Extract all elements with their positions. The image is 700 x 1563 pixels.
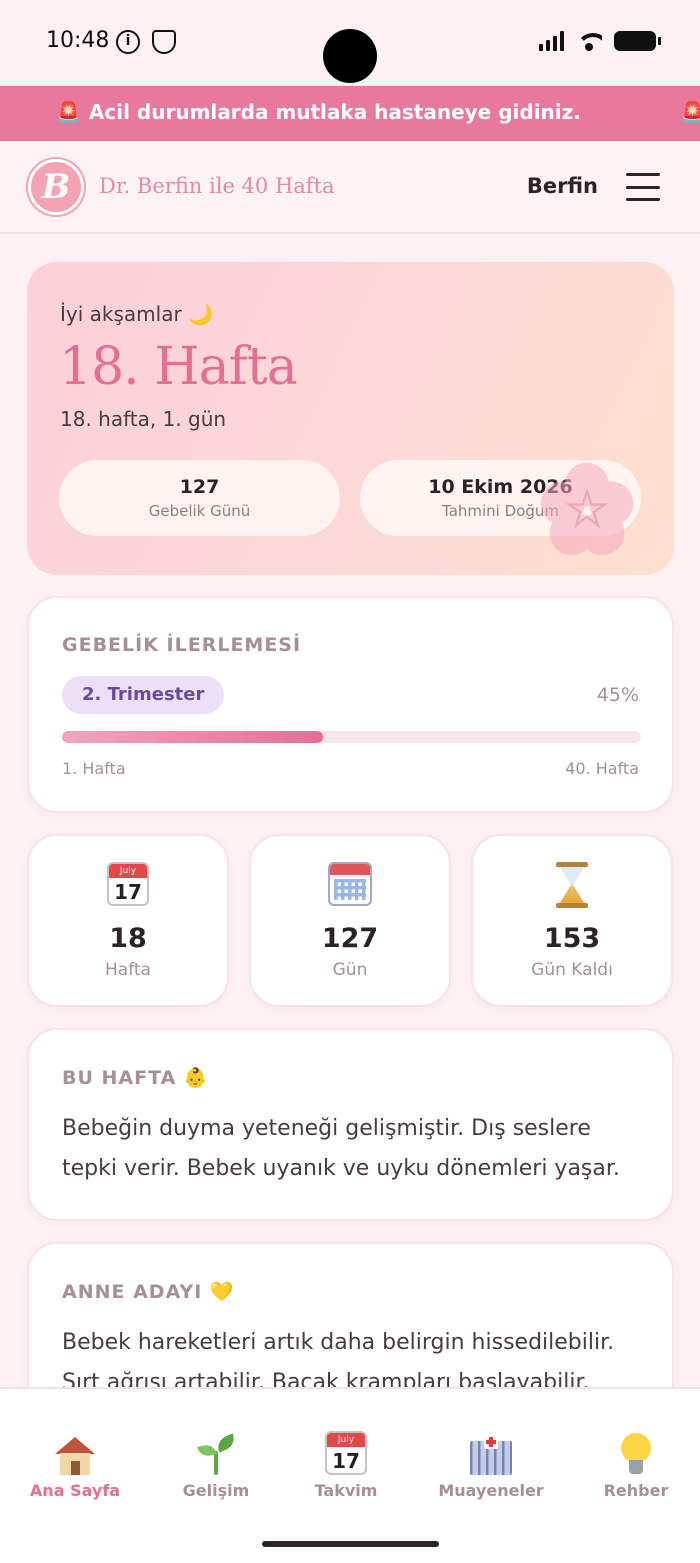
calendar-icon: July 17 xyxy=(29,862,227,910)
this-week-card[interactable]: BU HAFTA 👶 Bebeğin duyma yeteneği gelişm… xyxy=(27,1028,674,1221)
stat-value: 18 xyxy=(109,923,147,954)
progress-percent: 45% xyxy=(596,684,639,706)
nav-label: Rehber xyxy=(603,1481,669,1500)
week-day-subtitle: 18. hafta, 1. gün xyxy=(60,407,227,431)
emergency-alert-banner: 🚨 Acil durumlarda mutlaka hastaneye gidin… xyxy=(0,86,700,141)
hospital-icon xyxy=(421,1429,561,1475)
current-week-title: 18. Hafta xyxy=(59,337,298,397)
status-bar: 10:48 i xyxy=(0,0,700,86)
pregnancy-day-pill: 127 Gebelik Günü xyxy=(59,460,340,536)
signal-icon xyxy=(539,31,564,51)
nav-item-home[interactable]: Ana Sayfa xyxy=(5,1429,145,1500)
hourglass-icon xyxy=(473,862,671,910)
status-left-icons: i xyxy=(116,30,176,54)
nav-item-examinations[interactable]: Muayeneler xyxy=(421,1429,561,1500)
sprout-icon xyxy=(146,1429,286,1475)
stat-card-days[interactable]: 127 Gün xyxy=(249,834,451,1007)
lightbulb-icon xyxy=(566,1429,700,1475)
spiral-calendar-icon xyxy=(251,862,449,910)
nav-label: Gelişim xyxy=(182,1481,250,1500)
home-icon xyxy=(5,1429,145,1475)
nav-item-calendar[interactable]: July 17 Takvim xyxy=(276,1429,416,1500)
status-time: 10:48 xyxy=(46,28,110,53)
alert-text: Acil durumlarda mutlaka hastaneye gidini… xyxy=(88,100,581,124)
siren-icon: 🚨 xyxy=(680,100,700,124)
alert-message: 🚨 Acil durumlarda mutlaka hastaneye gidin… xyxy=(56,100,581,124)
stat-value: 153 xyxy=(543,923,601,954)
app-logo[interactable]: B xyxy=(28,159,84,215)
this-week-title: BU HAFTA 👶 xyxy=(62,1067,209,1089)
status-right-icons xyxy=(539,31,661,51)
pregnancy-day-label: Gebelik Günü xyxy=(148,502,251,520)
app-header: B Dr. Berfin ile 40 Hafta Berfin xyxy=(0,141,700,234)
flower-decoration-icon xyxy=(540,462,634,556)
mother-title: ANNE ADAYI 💛 xyxy=(62,1281,235,1303)
info-icon: i xyxy=(116,30,140,54)
this-week-text: Bebeğin duyma yeteneği gelişmiştir. Dış … xyxy=(62,1116,620,1181)
stat-label: Gün xyxy=(332,960,368,980)
stat-label: Gün Kaldı xyxy=(531,960,613,980)
stat-card-weeks[interactable]: July 17 18 Hafta xyxy=(27,834,229,1007)
nav-label: Muayeneler xyxy=(438,1481,544,1500)
bottom-navigation: Ana Sayfa Gelişim July 17 Takvim Muayenel… xyxy=(0,1387,700,1563)
nav-item-guide[interactable]: Rehber xyxy=(566,1429,700,1500)
pregnancy-progress-card: GEBELİK İLERLEMESİ 2. Trimester 45% 1. H… xyxy=(27,596,674,813)
stat-value: 127 xyxy=(321,923,379,954)
home-indicator[interactable] xyxy=(262,1541,439,1547)
progress-start-label: 1. Hafta xyxy=(62,759,126,778)
user-name[interactable]: Berfin xyxy=(527,174,598,198)
pregnancy-day-value: 127 xyxy=(179,476,220,498)
progress-bar-fill xyxy=(62,731,323,743)
siren-icon: 🚨 xyxy=(56,100,81,124)
greeting: İyi akşamlar 🌙 xyxy=(60,302,213,326)
trimester-badge: 2. Trimester xyxy=(62,676,225,714)
wifi-icon xyxy=(576,31,602,51)
progress-end-label: 40. Hafta xyxy=(565,759,639,778)
app-title: Dr. Berfin ile 40 Hafta xyxy=(99,174,335,198)
progress-title: GEBELİK İLERLEMESİ xyxy=(62,634,302,656)
hero-week-card: İyi akşamlar 🌙 18. Hafta 18. hafta, 1. g… xyxy=(27,262,674,575)
nav-item-development[interactable]: Gelişim xyxy=(146,1429,286,1500)
hamburger-menu-icon[interactable] xyxy=(626,173,660,201)
battery-icon xyxy=(614,31,661,51)
nav-label: Takvim xyxy=(314,1481,378,1500)
shield-icon xyxy=(152,30,176,54)
stat-label: Hafta xyxy=(105,960,151,980)
progress-bar xyxy=(62,731,641,743)
stat-card-days-left[interactable]: 153 Gün Kaldı xyxy=(471,834,673,1007)
camera-cutout xyxy=(323,29,377,83)
calendar-icon: July 17 xyxy=(276,1429,416,1475)
nav-label: Ana Sayfa xyxy=(29,1481,121,1500)
